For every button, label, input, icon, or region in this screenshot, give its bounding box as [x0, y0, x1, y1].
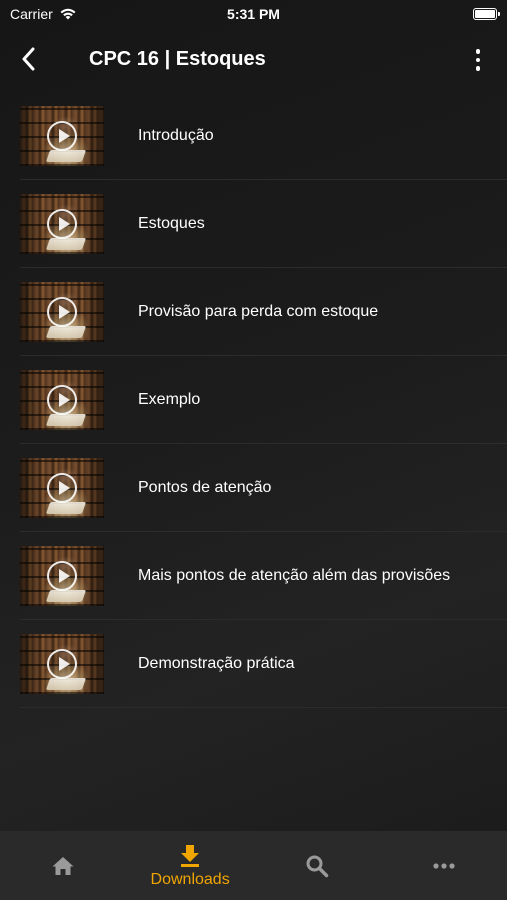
- lesson-title: Pontos de atenção: [138, 478, 272, 496]
- tab-search[interactable]: [254, 831, 381, 900]
- lesson-thumbnail: [20, 457, 104, 518]
- lesson-thumbnail: [20, 105, 104, 166]
- back-button[interactable]: [14, 44, 44, 74]
- lesson-list: Introdução Estoques Provisão para perda …: [0, 92, 507, 708]
- page-title: CPC 16 | Estoques: [89, 48, 266, 70]
- battery-level: [475, 10, 495, 18]
- lesson-thumbnail: [20, 281, 104, 342]
- lesson-thumbnail: [20, 545, 104, 606]
- more-options-button[interactable]: [465, 46, 491, 74]
- nav-bar: CPC 16 | Estoques: [0, 36, 507, 84]
- play-icon: [47, 472, 77, 503]
- lesson-row[interactable]: Pontos de atenção: [20, 444, 507, 532]
- lesson-title: Mais pontos de atenção além das provisõe…: [138, 566, 451, 584]
- lesson-row[interactable]: Exemplo: [20, 356, 507, 444]
- lesson-title: Exemplo: [138, 390, 201, 408]
- lesson-row[interactable]: Demonstração prática: [20, 620, 507, 708]
- lesson-title: Demonstração prática: [138, 654, 295, 672]
- lesson-thumbnail: [20, 193, 104, 254]
- lesson-title: Provisão para perda com estoque: [138, 302, 379, 320]
- play-icon: [47, 560, 77, 591]
- play-icon: [47, 296, 77, 327]
- tab-home[interactable]: [0, 831, 127, 900]
- tab-more[interactable]: [380, 831, 507, 900]
- play-icon: [47, 648, 77, 679]
- play-icon: [47, 208, 77, 239]
- lesson-thumbnail: [20, 369, 104, 430]
- download-icon: [177, 843, 203, 869]
- home-icon: [50, 853, 76, 879]
- vertical-dots-icon-dot: [475, 57, 481, 63]
- lesson-row[interactable]: Mais pontos de atenção além das provisõe…: [20, 532, 507, 620]
- play-icon: [47, 120, 77, 151]
- vertical-dots-icon: [475, 49, 481, 54]
- lesson-row[interactable]: Estoques: [20, 180, 507, 268]
- vertical-dots-icon-dot: [475, 66, 481, 71]
- tab-downloads[interactable]: Downloads: [127, 831, 254, 900]
- lesson-row[interactable]: Introdução: [20, 92, 507, 180]
- search-icon: [304, 853, 330, 879]
- lesson-row[interactable]: Provisão para perda com estoque: [20, 268, 507, 356]
- chevron-left-icon: [22, 47, 35, 71]
- battery-icon: [473, 8, 500, 20]
- lesson-title: Estoques: [138, 214, 205, 232]
- tab-bar: Downloads: [0, 831, 507, 900]
- more-icon: [431, 853, 457, 879]
- status-time: 5:31 PM: [227, 6, 280, 22]
- lesson-title: Introdução: [138, 126, 214, 144]
- lesson-thumbnail: [20, 633, 104, 694]
- status-bar: Carrier 5:31 PM: [0, 0, 507, 28]
- play-icon: [47, 384, 77, 415]
- tab-downloads-label: Downloads: [150, 870, 230, 888]
